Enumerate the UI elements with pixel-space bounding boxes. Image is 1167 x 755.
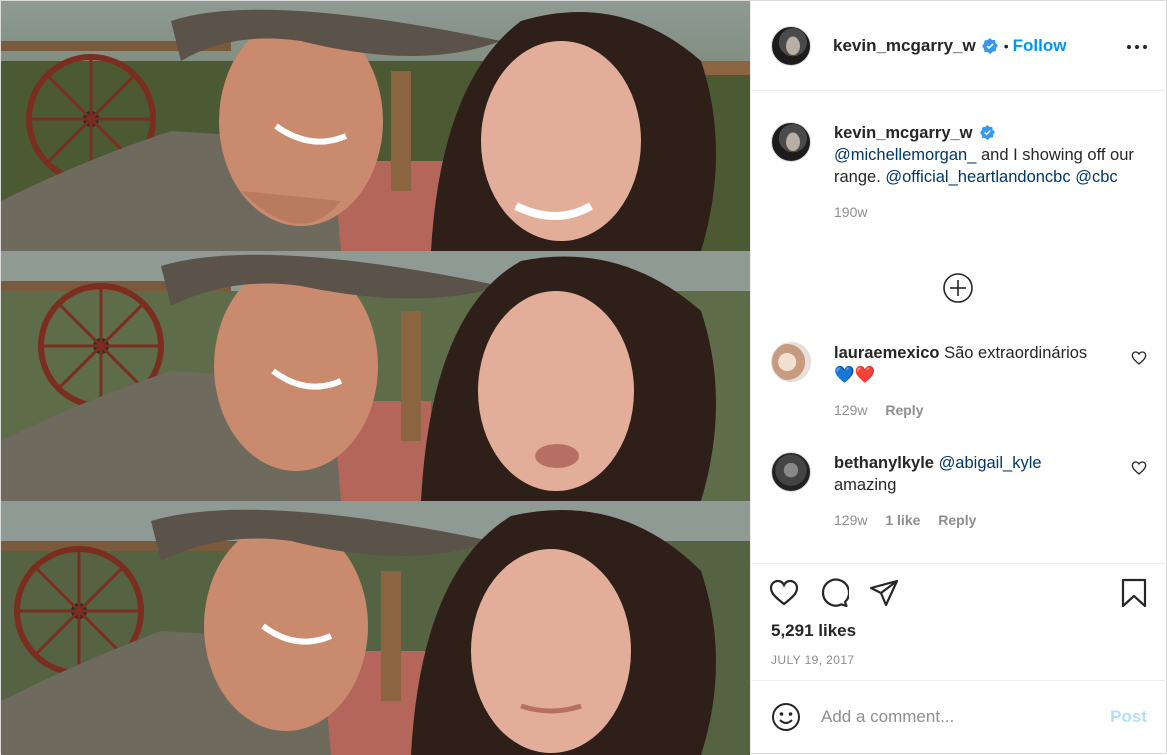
comment-meta: 129w Reply <box>834 402 1147 418</box>
verified-badge-icon <box>981 37 998 54</box>
heart-icon[interactable] <box>769 578 799 608</box>
comment-item: lauraemexico São extraordinários 💙❤️ 129… <box>771 342 1147 418</box>
post-comment-button[interactable]: Post <box>1110 707 1147 727</box>
comment-time[interactable]: 129w <box>834 512 867 528</box>
comment-likes-count[interactable]: 1 like <box>885 512 920 528</box>
comment-text: bethanylkyle @abigail_kyle amazing <box>834 452 1147 496</box>
verified-badge-icon <box>980 125 996 140</box>
instagram-post: kevin_mcgarry_w • Follow kevin_mcgarry_w… <box>0 0 1167 755</box>
caption-avatar[interactable] <box>771 122 811 162</box>
comment-input[interactable] <box>821 707 1111 727</box>
reply-button[interactable]: Reply <box>938 512 976 528</box>
caption-time[interactable]: 190w <box>834 204 867 220</box>
reply-button[interactable]: Reply <box>885 402 923 418</box>
caption-username[interactable]: kevin_mcgarry_w <box>834 124 973 142</box>
mention-link[interactable]: @abigail_kyle <box>939 454 1042 472</box>
add-comment-bar: Post <box>751 680 1167 753</box>
author-avatar[interactable] <box>771 25 811 66</box>
post-side-panel: kevin_mcgarry_w • Follow kevin_mcgarry_w… <box>750 1 1167 753</box>
comment-item: bethanylkyle @abigail_kyle amazing 129w … <box>771 452 1147 528</box>
comments-list[interactable]: kevin_mcgarry_w @michellemorgan_ and I s… <box>751 92 1167 562</box>
mention-link[interactable]: @michellemorgan_ <box>834 146 976 164</box>
paper-plane-icon[interactable] <box>869 578 899 608</box>
commenter-avatar[interactable] <box>771 452 811 492</box>
mention-link[interactable]: @cbc <box>1075 168 1117 186</box>
photo-frame-2 <box>1 251 750 501</box>
plus-circle-icon[interactable] <box>942 272 974 304</box>
more-options-icon[interactable] <box>1127 37 1147 57</box>
smiley-icon[interactable] <box>771 702 801 732</box>
likes-count[interactable]: 5,291 likes <box>771 621 856 641</box>
commenter-username[interactable]: bethanylkyle <box>834 454 934 472</box>
comment-emoji: 💙❤️ <box>834 366 876 384</box>
caption-text: kevin_mcgarry_w @michellemorgan_ and I s… <box>834 122 1147 188</box>
comment-body: São extraordinários <box>944 344 1088 362</box>
post-actions: 5,291 likes JULY 19, 2017 <box>751 563 1167 680</box>
caption: kevin_mcgarry_w @michellemorgan_ and I s… <box>771 122 1147 220</box>
comment-like-heart-icon[interactable] <box>1131 350 1147 366</box>
comment-bubble-icon[interactable] <box>819 578 849 608</box>
photo-frame-1 <box>1 1 750 251</box>
commenter-username[interactable]: lauraemexico <box>834 344 939 362</box>
bookmark-icon[interactable] <box>1119 578 1149 608</box>
post-photo[interactable] <box>1 1 750 755</box>
comment-like-heart-icon[interactable] <box>1131 460 1147 476</box>
post-header: kevin_mcgarry_w • Follow <box>751 1 1167 91</box>
comment-text: lauraemexico São extraordinários 💙❤️ <box>834 342 1147 386</box>
caption-meta: 190w <box>834 204 1147 220</box>
mention-link[interactable]: @official_heartlandoncbc <box>885 168 1070 186</box>
commenter-avatar[interactable] <box>771 342 811 382</box>
photo-frame-3 <box>1 501 750 755</box>
comment-body: amazing <box>834 476 897 494</box>
author-username[interactable]: kevin_mcgarry_w <box>833 36 976 56</box>
post-date[interactable]: JULY 19, 2017 <box>771 653 854 667</box>
follow-button[interactable]: Follow <box>1013 36 1067 56</box>
comment-time[interactable]: 129w <box>834 402 867 418</box>
comment-meta: 129w 1 like Reply <box>834 512 1147 528</box>
header-separator: • <box>1003 37 1009 54</box>
